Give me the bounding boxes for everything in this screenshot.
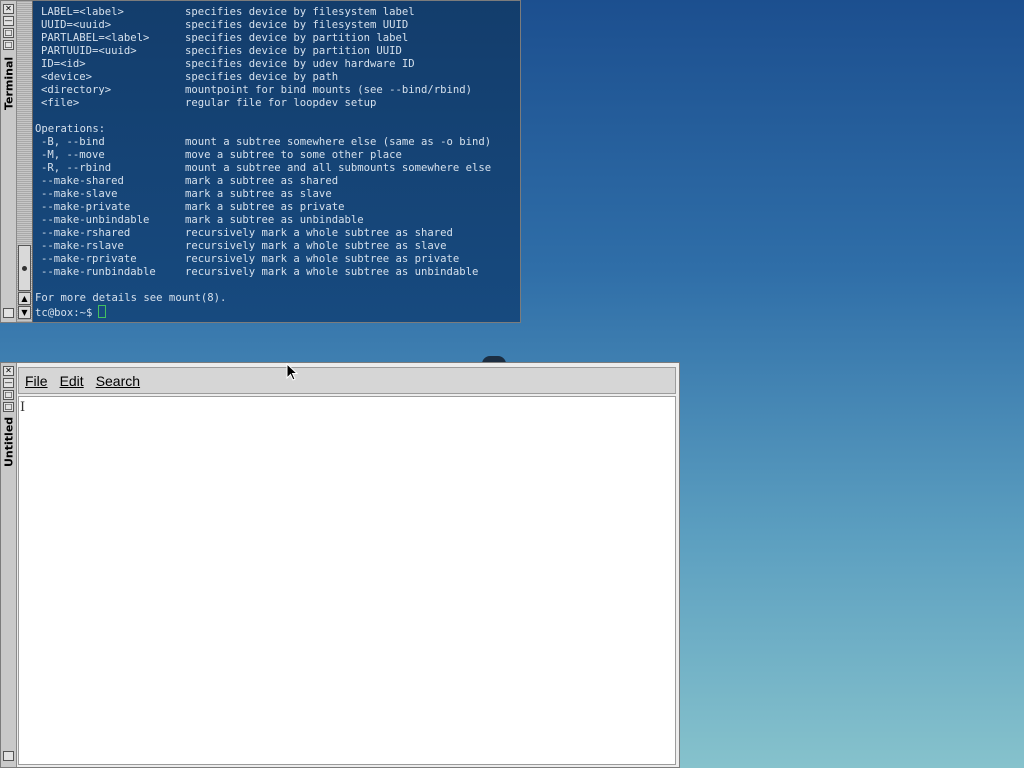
terminal-line-option: PARTLABEL=<label> — [41, 32, 150, 44]
terminal-line-description: recursively mark a whole subtree as priv… — [185, 253, 460, 265]
terminal-window[interactable]: ✕ — □ □ Terminal ▲ ▼ LABEL=<label> specif… — [0, 0, 521, 323]
terminal-line-description: specifies device by path — [185, 71, 339, 83]
terminal-line-description: specifies device by partition UUID — [185, 45, 402, 57]
terminal-line-description: mark a subtree as slave — [185, 188, 332, 200]
terminal-line: -B, --bind mount a subtree somewhere else… — [33, 136, 520, 149]
terminal-line-description: recursively mark a whole subtree as slav… — [185, 240, 447, 252]
terminal-line-option: --make-runbindable — [41, 266, 156, 278]
terminal-line-option: <file> — [41, 97, 80, 109]
terminal-line-description: specifies device by filesystem UUID — [185, 19, 409, 31]
terminal-line: -R, --rbind mount a subtree and all submo… — [33, 162, 520, 175]
window-menu-icon[interactable] — [3, 308, 14, 318]
window-menu-icon[interactable] — [3, 751, 14, 761]
mouse-pointer-icon — [286, 363, 298, 381]
terminal-line: Operations: — [33, 123, 520, 136]
terminal-line-option: <device> — [41, 71, 93, 83]
terminal-line: --make-unbindable mark a subtree as unbin… — [33, 214, 520, 227]
terminal-line-option: ID=<id> — [41, 58, 86, 70]
terminal-line: UUID=<uuid> specifies device by filesyste… — [33, 19, 520, 32]
terminal-line-description: mark a subtree as unbindable — [185, 214, 364, 226]
terminal-line: --make-private mark a subtree as private — [33, 201, 520, 214]
terminal-line-description: mark a subtree as shared — [185, 175, 339, 187]
terminal-scrollbar[interactable]: ▲ ▼ — [17, 1, 33, 322]
terminal-line: PARTUUID=<uuid> specifies device by parti… — [33, 45, 520, 58]
terminal-line-option: For more details see mount(8). — [35, 292, 227, 304]
terminal-title: Terminal — [2, 56, 16, 110]
maximize-icon[interactable]: □ — [3, 28, 14, 38]
menu-search[interactable]: Search — [96, 373, 140, 389]
terminal-line-option: --make-slave — [41, 188, 118, 200]
terminal-line-description: mount a subtree and all submounts somewh… — [185, 162, 492, 174]
scroll-up-arrow-icon[interactable]: ▲ — [18, 292, 31, 305]
terminal-line: --make-runbindable recursively mark a who… — [33, 266, 520, 279]
text-cursor — [98, 305, 107, 318]
terminal-line-description: mount a subtree somewhere else (same as … — [185, 136, 492, 148]
terminal-line-description: mark a subtree as private — [185, 201, 345, 213]
terminal-line-option: -R, --rbind — [41, 162, 112, 174]
terminal-line: For more details see mount(8). — [33, 292, 520, 305]
terminal-line-option: --make-rslave — [41, 240, 124, 252]
terminal-output[interactable]: LABEL=<label> specifies device by filesys… — [33, 1, 520, 322]
terminal-line: <device> specifies device by path — [33, 71, 520, 84]
editor-window[interactable]: ✕ — □ □ Untitled File Edit Search I — [0, 362, 680, 768]
terminal-line: --make-slave mark a subtree as slave — [33, 188, 520, 201]
terminal-line-description: recursively mark a whole subtree as unbi… — [185, 266, 479, 278]
terminal-titlebar[interactable]: ✕ — □ □ Terminal — [1, 1, 17, 322]
terminal-line: --make-rshared recursively mark a whole s… — [33, 227, 520, 240]
terminal-line-option: --make-private — [41, 201, 131, 213]
text-cursor-ibeam-icon: I — [20, 400, 26, 415]
terminal-line-description: specifies device by udev hardware ID — [185, 58, 415, 70]
text-editor-area[interactable]: I — [18, 396, 676, 765]
menu-bar: File Edit Search — [18, 367, 676, 394]
close-icon[interactable]: ✕ — [3, 4, 14, 14]
terminal-line: --make-rslave recursively mark a whole su… — [33, 240, 520, 253]
terminal-line: --make-shared mark a subtree as shared — [33, 175, 520, 188]
terminal-line-option: -B, --bind — [41, 136, 105, 148]
terminal-line: -M, --move move a subtree to some other p… — [33, 149, 520, 162]
terminal-line: <file> regular file for loopdev setup — [33, 97, 520, 110]
terminal-line-option: LABEL=<label> — [41, 6, 124, 18]
restore-icon[interactable]: □ — [3, 40, 14, 50]
scrollbar-thumb[interactable] — [18, 245, 31, 291]
terminal-line-option: --make-unbindable — [41, 214, 150, 226]
terminal-line-description: move a subtree to some other place — [185, 149, 402, 161]
terminal-line: ID=<id> specifies device by udev hardware… — [33, 58, 520, 71]
terminal-line-description: regular file for loopdev setup — [185, 97, 377, 109]
terminal-prompt-line[interactable]: tc@box:~$ — [33, 305, 520, 319]
terminal-line-option: UUID=<uuid> — [41, 19, 112, 31]
terminal-line: <directory> mountpoint for bind mounts (s… — [33, 84, 520, 97]
close-icon[interactable]: ✕ — [3, 366, 14, 376]
editor-title: Untitled — [2, 416, 16, 468]
terminal-line: --make-rprivate recursively mark a whole … — [33, 253, 520, 266]
terminal-line-description: mountpoint for bind mounts (see --bind/r… — [185, 84, 473, 96]
terminal-line-description: specifies device by filesystem label — [185, 6, 415, 18]
scroll-down-arrow-icon[interactable]: ▼ — [18, 306, 31, 319]
maximize-icon[interactable]: □ — [3, 390, 14, 400]
terminal-line-description: specifies device by partition label — [185, 32, 409, 44]
terminal-line-option: -M, --move — [41, 149, 105, 161]
terminal-line-option: --make-shared — [41, 175, 124, 187]
terminal-line-option: --make-rprivate — [41, 253, 137, 265]
terminal-line: LABEL=<label> specifies device by filesys… — [33, 6, 520, 19]
editor-titlebar[interactable]: ✕ — □ □ Untitled — [1, 363, 17, 767]
terminal-line-option: --make-rshared — [41, 227, 131, 239]
terminal-line-description: recursively mark a whole subtree as shar… — [185, 227, 453, 239]
terminal-line-option: <directory> — [41, 84, 112, 96]
menu-file[interactable]: File — [25, 373, 48, 389]
minimize-icon[interactable]: — — [3, 16, 14, 26]
terminal-line-option: PARTUUID=<uuid> — [41, 45, 137, 57]
restore-icon[interactable]: □ — [3, 402, 14, 412]
terminal-line: PARTLABEL=<label> specifies device by par… — [33, 32, 520, 45]
menu-edit[interactable]: Edit — [60, 373, 84, 389]
minimize-icon[interactable]: — — [3, 378, 14, 388]
terminal-line-option: Operations: — [35, 123, 106, 135]
terminal-prompt: tc@box:~$ — [35, 307, 93, 319]
